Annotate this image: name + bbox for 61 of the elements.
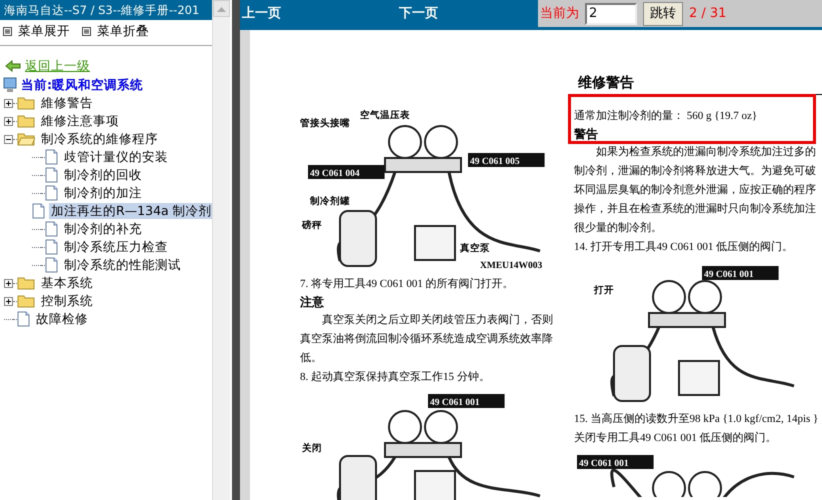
menu-toggle-button[interactable]: 菜单展开 — [3, 22, 70, 41]
page-input[interactable]: 2 — [585, 2, 637, 24]
tree-item[interactable]: 加注再生的R—134a 制冷剂 — [49, 203, 212, 219]
back-link[interactable]: 返回上一级 — [25, 56, 90, 76]
step-text: 15. 当高压侧的读数升至98 kPa {1.0 kgf/cm2, 14pis } 关闭专用工具49 C061 001 低压侧的阀门。 — [574, 412, 820, 446]
current-page-label: 当前为 — [540, 4, 579, 23]
current-section: 当前:暖风和空调系统 — [21, 76, 143, 94]
manifold-gauge-drawing: 49 C061 001 打开 — [574, 261, 804, 406]
folder-icon — [17, 114, 35, 128]
step-text: 通常加注制冷剂的量： 560 g {19.7 oz} — [574, 108, 758, 124]
manifold-gauge-drawing: 49 C061 001 关闭 — [300, 391, 550, 500]
menu-toggle-button[interactable]: 菜单折叠 — [82, 22, 149, 41]
list-icon — [3, 27, 12, 36]
tree-item[interactable]: 控制系统 — [39, 293, 95, 309]
page-icon — [45, 185, 58, 201]
tree-item[interactable]: 基本系统 — [39, 275, 95, 291]
section-heading: 警告 — [574, 126, 599, 143]
manual-title: 海南马自达--S7 / S3--維修手册--201 — [0, 0, 212, 20]
manifold-gauge-drawing: 49 C061 001 — [574, 452, 804, 497]
previous-page-link[interactable]: 上一页 — [242, 4, 281, 24]
go-button[interactable]: 跳转 — [643, 2, 683, 26]
tree-item[interactable]: 歧管计量仪的安装 — [62, 149, 170, 165]
back-arrow-icon — [5, 60, 21, 72]
tree-item[interactable]: 維修注意事项 — [39, 113, 121, 129]
paragraph: 如果为检查系统的泄漏向制冷系统加注过多的制冷剂，泄漏的制冷剂将释放进大气。为避免可破坏同温层臭氧的制冷剂意外泄漏，应按正确的程序操作，并且在检查系统的泄漏时只向制冷系统加注很少量的制冷剂。 — [574, 144, 817, 236]
page-count: 2 / 31 — [689, 4, 726, 23]
tree-item[interactable]: 制冷系统的性能测试 — [62, 257, 183, 273]
page-icon — [32, 203, 45, 219]
page-icon — [45, 257, 58, 273]
next-page-link[interactable]: 下一页 — [399, 4, 438, 24]
page-icon — [17, 311, 30, 327]
paragraph: 真空泵关闭之后立即关闭歧管压力表阀门，否则真空泵油将倒流回制冷循环系统造成空调系统效率降低。 — [300, 312, 554, 366]
expand-icon[interactable] — [4, 98, 13, 108]
page-icon — [45, 149, 58, 165]
step-text: 14. 打开专用工具49 C061 001 低压侧的阀门。 — [574, 240, 794, 255]
tree-item[interactable]: 制冷剂的回收 — [62, 167, 144, 183]
document-title: 维修警告 — [574, 73, 822, 95]
open-folder-icon — [17, 132, 35, 146]
manifold-gauge-drawing: 管接头接嘴 空气温压表 49 C061 004 49 C061 005 制冷剂罐 磅秤 真空泵 XMEU14W003 — [300, 106, 550, 271]
tree-item[interactable]: 故障检修 — [34, 311, 90, 327]
folder-icon — [17, 96, 35, 110]
collapse-icon[interactable] — [4, 134, 13, 144]
expand-icon[interactable] — [4, 278, 13, 288]
step-text: 7. 将专用工具49 C061 001 的所有阀门打开。 — [300, 276, 515, 292]
tree-item[interactable]: 制冷系统的維修程序 — [39, 131, 160, 147]
step-text: 8. 起动真空泵保持真空泵工作15 分钟。 — [300, 370, 491, 385]
page-icon — [45, 221, 58, 237]
folder-icon — [17, 276, 35, 290]
tree-item[interactable]: 制冷系统压力检查 — [62, 239, 170, 255]
computer-icon — [3, 77, 17, 93]
scrollbar[interactable] — [212, 0, 230, 500]
tree-item[interactable]: 維修警告 — [39, 95, 95, 111]
page-icon — [45, 239, 58, 255]
page-icon — [45, 167, 58, 183]
list-icon — [82, 27, 91, 36]
tree-item[interactable]: 制冷剂的补充 — [62, 221, 144, 237]
folder-icon — [17, 294, 35, 308]
expand-icon[interactable] — [4, 296, 13, 306]
expand-icon[interactable] — [4, 116, 13, 126]
section-heading: 注意 — [300, 294, 325, 311]
tree-item[interactable]: 制冷剂的加注 — [62, 185, 144, 201]
